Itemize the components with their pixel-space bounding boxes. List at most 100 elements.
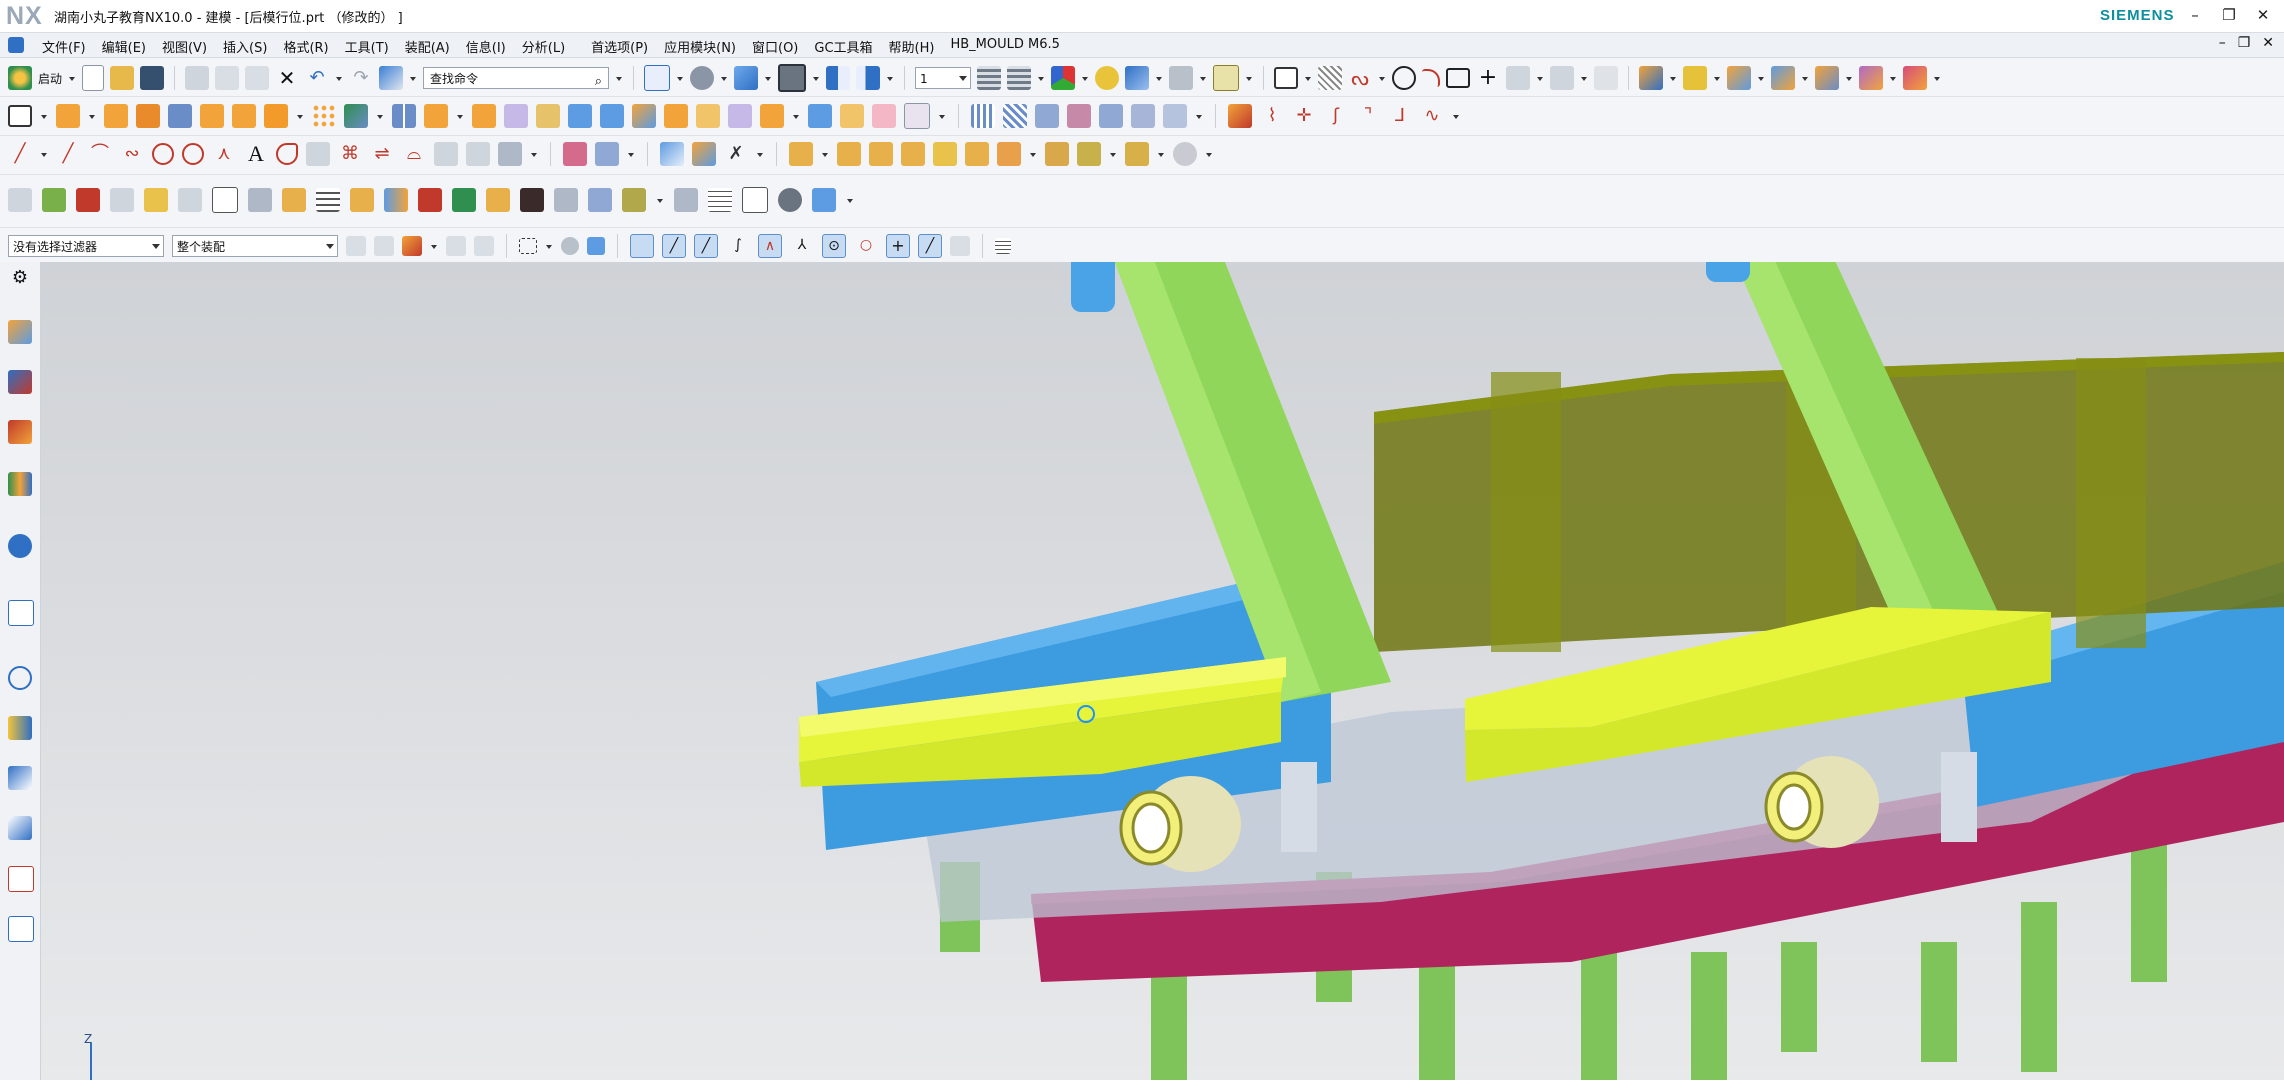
gc-visibility-icon[interactable] [778, 188, 802, 212]
select-component-icon[interactable] [402, 236, 422, 256]
curve-join-icon[interactable]: ⌝ [1356, 104, 1380, 128]
reuse-library-icon[interactable] [8, 472, 32, 496]
gc-drawing-icon[interactable] [144, 188, 168, 212]
chevron-down-icon[interactable] [764, 66, 772, 90]
menu-hb-mould[interactable]: HB_MOULD M6.5 [942, 37, 1067, 56]
chevron-down-icon[interactable] [821, 142, 829, 166]
arc-icon[interactable]: ⌒ [88, 142, 112, 166]
orient-view-icon[interactable] [734, 66, 759, 90]
trim-body-icon[interactable] [424, 104, 448, 128]
pad-icon[interactable] [232, 104, 256, 128]
snap-arc-center-icon[interactable]: ⅄ [790, 234, 814, 258]
system-scenes-icon[interactable] [8, 866, 34, 892]
chevron-down-icon[interactable] [720, 66, 728, 90]
curve-by-points-icon[interactable]: ∾ [120, 142, 144, 166]
mold-3d-model[interactable] [41, 262, 2284, 1080]
gc-standard-icon[interactable] [8, 188, 32, 212]
text-icon[interactable]: A [244, 142, 268, 166]
chevron-down-icon[interactable] [1195, 104, 1203, 128]
gc-pin-icon[interactable] [554, 188, 578, 212]
measure-distance-icon[interactable] [1095, 66, 1120, 90]
mold-cavity-icon[interactable] [789, 142, 813, 166]
chevron-down-icon[interactable] [1580, 66, 1588, 90]
work-layer-select[interactable]: 1 [915, 67, 972, 89]
rotate-view-icon[interactable] [690, 66, 715, 90]
curve-project-icon[interactable]: ⌇ [1260, 104, 1284, 128]
chevron-down-icon[interactable] [1757, 66, 1765, 90]
quick-pick-icon[interactable] [995, 238, 1011, 254]
mold-gate-icon[interactable] [997, 142, 1021, 166]
chevron-down-icon[interactable] [335, 66, 343, 90]
wcs-icon[interactable] [1051, 66, 1076, 90]
doc-close-button[interactable]: ✕ [2262, 35, 2274, 51]
curve-bridge-icon[interactable]: ʃ [1324, 104, 1348, 128]
snap-existing-point-icon[interactable]: + [886, 234, 910, 258]
part-navigator-icon[interactable] [8, 420, 32, 444]
constraint-navigator-icon[interactable] [8, 370, 32, 394]
thicken-icon[interactable] [568, 104, 592, 128]
mold-wizard-icon[interactable] [1639, 66, 1664, 90]
scale-body-icon[interactable] [808, 104, 832, 128]
gc-check-icon[interactable] [76, 188, 100, 212]
chevron-down-icon[interactable] [1157, 142, 1165, 166]
chevron-down-icon[interactable] [88, 104, 96, 128]
chevron-down-icon[interactable] [456, 104, 464, 128]
chevron-down-icon[interactable] [296, 104, 304, 128]
mold-layout-icon[interactable] [901, 142, 925, 166]
gc-electrode-icon[interactable] [418, 188, 442, 212]
combined-curve-icon[interactable]: ⌘ [338, 142, 362, 166]
new-file-icon[interactable] [82, 65, 105, 91]
chevron-down-icon[interactable] [68, 66, 76, 90]
extend-sheet-icon[interactable] [1163, 104, 1187, 128]
gear-icon[interactable]: ⚙ [8, 266, 32, 290]
open-folder-icon[interactable] [110, 66, 135, 90]
gc-clip-icon[interactable] [212, 187, 238, 213]
menu-analysis[interactable]: 分析(L) [514, 37, 573, 56]
hd3d-tools-icon[interactable] [8, 534, 32, 558]
graphics-window[interactable]: Z [41, 262, 2284, 1080]
delete-icon[interactable]: ✕ [275, 66, 299, 90]
delete-body-icon[interactable] [600, 104, 624, 128]
menu-information[interactable]: 信息(I) [458, 37, 514, 56]
chevron-down-icon[interactable] [1155, 66, 1163, 90]
select-body-icon[interactable] [446, 236, 466, 256]
menu-application[interactable]: 应用模块(N) [656, 37, 744, 56]
gc-insert-icon[interactable] [486, 188, 510, 212]
chevron-down-icon[interactable] [676, 66, 684, 90]
hatch-icon[interactable] [1318, 66, 1343, 90]
mold-base-icon[interactable] [1727, 66, 1752, 90]
revolve-icon[interactable] [104, 104, 128, 128]
chevron-down-icon[interactable] [1536, 66, 1544, 90]
snap-view-icon[interactable] [1125, 66, 1150, 90]
menu-gc-toolkit[interactable]: GC工具箱 [806, 37, 880, 56]
mold-parting-icon[interactable] [869, 142, 893, 166]
chevron-down-icon[interactable] [656, 188, 664, 212]
chevron-down-icon[interactable] [1801, 66, 1809, 90]
face-blend-icon[interactable] [760, 104, 784, 128]
start-icon[interactable] [8, 66, 32, 90]
history-icon[interactable] [8, 666, 32, 690]
ejector-icon[interactable] [1859, 66, 1884, 90]
mold-bom-icon[interactable] [1077, 142, 1101, 166]
swept-icon[interactable] [1003, 104, 1027, 128]
roles-icon[interactable] [8, 816, 32, 840]
curve-on-surface-icon[interactable]: ⌓ [402, 142, 426, 166]
menu-assembly[interactable]: 装配(A) [397, 37, 458, 56]
chevron-down-icon[interactable] [627, 142, 635, 166]
menu-file[interactable]: 文件(F) [34, 37, 94, 56]
gc-lifter-icon[interactable] [622, 188, 646, 212]
chevron-down-icon[interactable] [1378, 66, 1386, 90]
offset-face-icon[interactable] [504, 104, 528, 128]
selection-filter-select[interactable]: 没有选择过滤器 [8, 235, 164, 257]
studio-spline-icon[interactable]: ╱ [56, 142, 80, 166]
chevron-down-icon[interactable] [792, 104, 800, 128]
undo-icon[interactable]: ↶ [305, 66, 329, 90]
mold-core-icon[interactable] [837, 142, 861, 166]
layer-visible-icon[interactable] [1007, 66, 1032, 90]
component-icon[interactable] [660, 142, 684, 166]
gc-dimension-icon[interactable] [110, 188, 134, 212]
chevron-down-icon[interactable] [1029, 142, 1037, 166]
section-dimension-icon[interactable] [563, 142, 587, 166]
chevron-down-icon[interactable] [530, 142, 538, 166]
gc-ejector-pin-icon[interactable] [350, 188, 374, 212]
